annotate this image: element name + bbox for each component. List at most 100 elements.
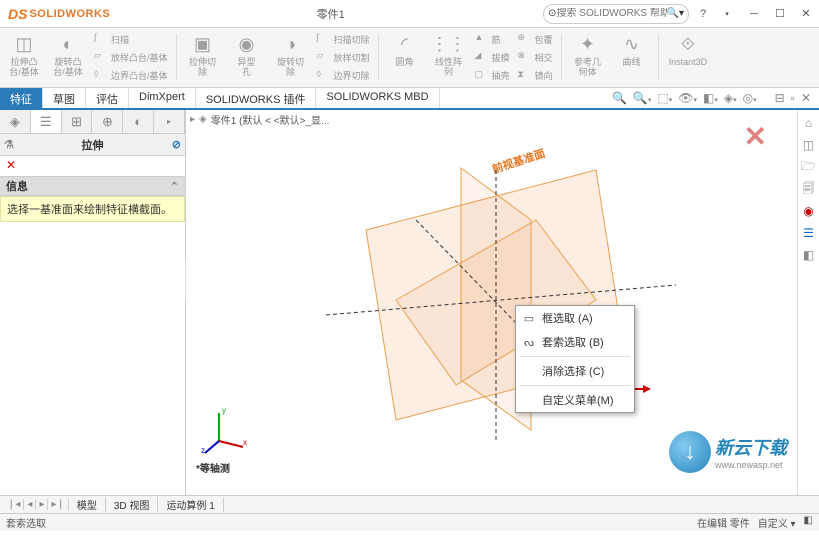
cmd-holewizard[interactable]: ◉ 异型孔 — [227, 30, 267, 85]
tab-scroll-first[interactable]: ❘◂ — [4, 499, 24, 510]
cmd-rib[interactable]: ▲筋 — [473, 31, 512, 47]
help-button[interactable]: ? — [693, 4, 713, 24]
cmd-curves[interactable]: ∿ 曲线 — [612, 30, 652, 85]
panel-tab-config[interactable]: ⊞ — [62, 110, 93, 133]
tab-sketch[interactable]: 草图 — [43, 88, 86, 108]
taskpane-designlib-icon[interactable]: ◫ — [800, 136, 818, 154]
cmd-boundary[interactable]: ◊边界凸台/基体 — [92, 68, 170, 84]
view-tool-5[interactable]: ◧▾ — [703, 91, 718, 105]
tab-scroll-next[interactable]: ▸ — [36, 499, 48, 510]
taskpane-fileexplorer-icon[interactable]: 🗁 — [800, 158, 818, 176]
cmd-wrap[interactable]: ⊕包覆 — [516, 31, 555, 47]
panel-help-icon[interactable]: ⊘ — [172, 138, 181, 151]
tab-addins[interactable]: SOLIDWORKS 插件 — [196, 88, 317, 108]
tab-mbd[interactable]: SOLIDWORKS MBD — [316, 88, 439, 108]
watermark-name: 新云下载 — [715, 434, 787, 460]
tab-motion1[interactable]: 运动算例 1 — [158, 497, 223, 512]
graphics-viewport[interactable]: ▸ ◈ 零件1 (默认 < <默认>_显... ✕ 前视基准面 ▭框选取 (A)… — [186, 110, 797, 495]
tab-scroll-last[interactable]: ▸❘ — [48, 499, 68, 510]
group-ribdraft: ▲筋 ◢拔模 ▢抽壳 — [473, 30, 512, 85]
cmd-revcut[interactable]: ◑ 旋转切除 — [271, 30, 311, 85]
cmd-draft[interactable]: ◢拔模 — [473, 49, 512, 65]
search-input[interactable] — [557, 8, 667, 19]
tab-3dview[interactable]: 3D 视图 — [106, 497, 159, 512]
cmd-loftcut[interactable]: ▱放样切割 — [315, 49, 372, 65]
cmd-extrude[interactable]: ◫ 拉伸凸台/基体 — [4, 30, 44, 85]
search-target-icon: ⊙ — [548, 8, 556, 19]
view-tool-restore[interactable]: ▫ — [791, 91, 795, 105]
close-button[interactable]: ✕ — [793, 3, 819, 25]
command-tabs: 特征 草图 评估 DimXpert SOLIDWORKS 插件 SOLIDWOR… — [0, 88, 819, 110]
panel-hint: 选择一基准面来绘制特征横截面。 — [0, 196, 185, 222]
view-tool-1[interactable]: 🔍 — [612, 91, 627, 105]
status-editing: 在编辑 零件 — [697, 515, 750, 530]
group-sweep-loft: ∫扫描 ▱放样凸台/基体 ◊边界凸台/基体 — [92, 30, 170, 85]
panel-tabs: ◈ ☰ ⊞ ⊕ ◐ ▸ — [0, 110, 185, 134]
maximize-button[interactable]: ☐ — [767, 3, 793, 25]
view-tool-collapse[interactable]: ⊟ — [775, 91, 785, 105]
menu-box-select[interactable]: ▭框选取 (A) — [516, 306, 634, 330]
cmd-boundcut[interactable]: ◊边界切除 — [315, 68, 372, 84]
viewport-close-icon[interactable]: ✕ — [744, 120, 767, 153]
tab-evaluate[interactable]: 评估 — [86, 88, 129, 108]
motion-tabs: ❘◂ ◂ ▸ ▸❘ 模型 3D 视图 运动算例 1 — [0, 495, 819, 513]
panel-section-info[interactable]: 信息 ⌃ — [0, 176, 185, 196]
cmd-extcut[interactable]: ▣ 拉伸切除 — [183, 30, 223, 85]
cmd-shell[interactable]: ▢抽壳 — [473, 68, 512, 84]
view-tool-close[interactable]: ✕ — [801, 91, 811, 105]
cmd-mirror[interactable]: ⧗镜向 — [516, 68, 555, 84]
breadcrumb: ▸ ◈ 零件1 (默认 < <默认>_显... — [186, 110, 797, 128]
boundcut-icon: ◊ — [317, 69, 331, 83]
cmd-refgeom[interactable]: ✦ 参考几何体 — [568, 30, 608, 85]
orientation-triad[interactable]: y x z — [201, 405, 251, 455]
cmd-intersect[interactable]: ⊗相交 — [516, 49, 555, 65]
divider — [658, 34, 659, 81]
view-toolbar: 🔍 🔍▾ ⬚▾ 👁▾ ◧▾ ◈▾ ◎▾ ⊟ ▫ ✕ — [604, 88, 819, 108]
cmd-instant3d[interactable]: ⟐ Instant3D — [665, 30, 712, 85]
panel-tab-dimxpert[interactable]: ⊕ — [92, 110, 123, 133]
panel-tab-more[interactable]: ▸ — [154, 110, 185, 133]
status-custom[interactable]: 自定义 ▾ — [758, 515, 796, 530]
filter-icon[interactable]: ⚗ — [4, 138, 14, 151]
logo-ds-icon: DS — [8, 6, 27, 22]
tab-features[interactable]: 特征 — [0, 88, 43, 108]
panel-tab-feature[interactable]: ◈ — [0, 110, 31, 133]
cmd-loft[interactable]: ▱放样凸台/基体 — [92, 49, 170, 65]
tab-model[interactable]: 模型 — [69, 497, 106, 512]
wrap-icon: ⊕ — [518, 32, 532, 46]
menu-customize[interactable]: 自定义菜单(M) — [516, 388, 634, 412]
breadcrumb-expand-icon[interactable]: ▸ — [190, 114, 195, 125]
panel-tab-display[interactable]: ◐ — [123, 110, 154, 133]
help-dropdown[interactable]: ▾ — [717, 4, 737, 24]
minimize-button[interactable]: ─ — [741, 3, 767, 25]
cmd-fillet[interactable]: ◜ 圆角 — [385, 30, 425, 85]
loftcut-icon: ▱ — [317, 50, 331, 64]
search-icon[interactable]: 🔍▾ — [667, 8, 684, 19]
taskpane-viewpalette-icon[interactable]: 🗐 — [800, 180, 818, 198]
cmd-sweep[interactable]: ∫扫描 — [92, 31, 170, 47]
view-tool-6[interactable]: ◈▾ — [724, 91, 737, 105]
panel-cancel[interactable]: ✕ — [0, 156, 185, 176]
view-tool-2[interactable]: 🔍▾ — [633, 91, 651, 105]
menu-lasso-select[interactable]: ᔓ套索选取 (B) — [516, 330, 634, 354]
taskpane-customprops-icon[interactable]: ☰ — [800, 224, 818, 242]
tab-scroll: ❘◂ ◂ ▸ ▸❘ — [4, 499, 69, 510]
view-tool-4[interactable]: 👁▾ — [678, 91, 697, 105]
taskpane-appearances-icon[interactable]: ◉ — [800, 202, 818, 220]
cmd-pattern[interactable]: ⋮⋮ 线性阵列 — [429, 30, 469, 85]
taskpane-forum-icon[interactable]: ◧ — [800, 246, 818, 264]
panel-tab-property[interactable]: ☰ — [31, 110, 62, 133]
taskpane-home-icon[interactable]: ⌂ — [800, 114, 818, 132]
breadcrumb-text[interactable]: 零件1 (默认 < <默认>_显... — [211, 112, 330, 127]
menu-clear-select[interactable]: 消除选择 (C) — [516, 359, 634, 383]
box-select-icon: ▭ — [522, 312, 536, 325]
cmd-sweepcut[interactable]: ∫扫描切除 — [315, 31, 372, 47]
search-box[interactable]: ⊙ 🔍▾ — [543, 4, 689, 24]
status-unit-icon[interactable]: ◧ — [804, 515, 813, 530]
tab-dimxpert[interactable]: DimXpert — [129, 88, 196, 108]
ribbon: ◫ 拉伸凸台/基体 ◐ 旋转凸台/基体 ∫扫描 ▱放样凸台/基体 ◊边界凸台/基… — [0, 28, 819, 88]
view-tool-7[interactable]: ◎▾ — [743, 91, 757, 105]
cmd-revolve[interactable]: ◐ 旋转凸台/基体 — [48, 30, 88, 85]
tab-scroll-prev[interactable]: ◂ — [24, 499, 36, 510]
view-tool-3[interactable]: ⬚▾ — [657, 91, 672, 105]
